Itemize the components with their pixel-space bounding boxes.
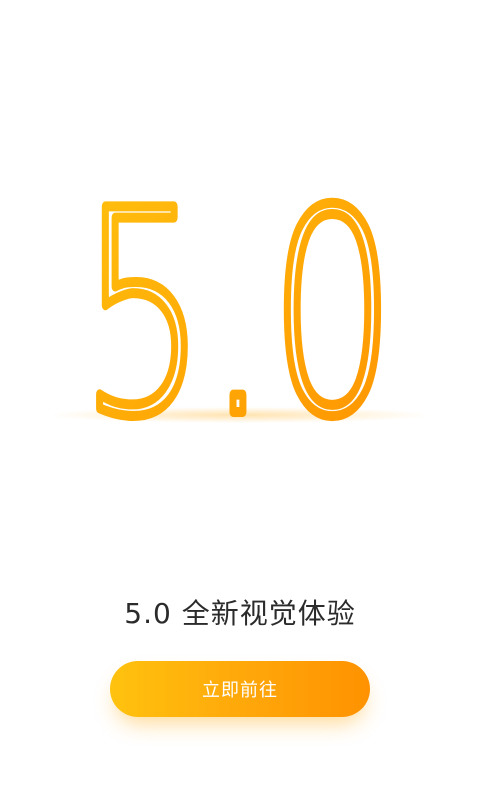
go-now-button[interactable]: 立即前往: [110, 661, 370, 717]
version-hero: 5.0: [0, 190, 480, 440]
version-number: 5.0: [80, 190, 396, 440]
tagline: 5.0 全新视觉体验: [124, 597, 356, 630]
version-hero-graphic: 5.0: [50, 190, 430, 440]
